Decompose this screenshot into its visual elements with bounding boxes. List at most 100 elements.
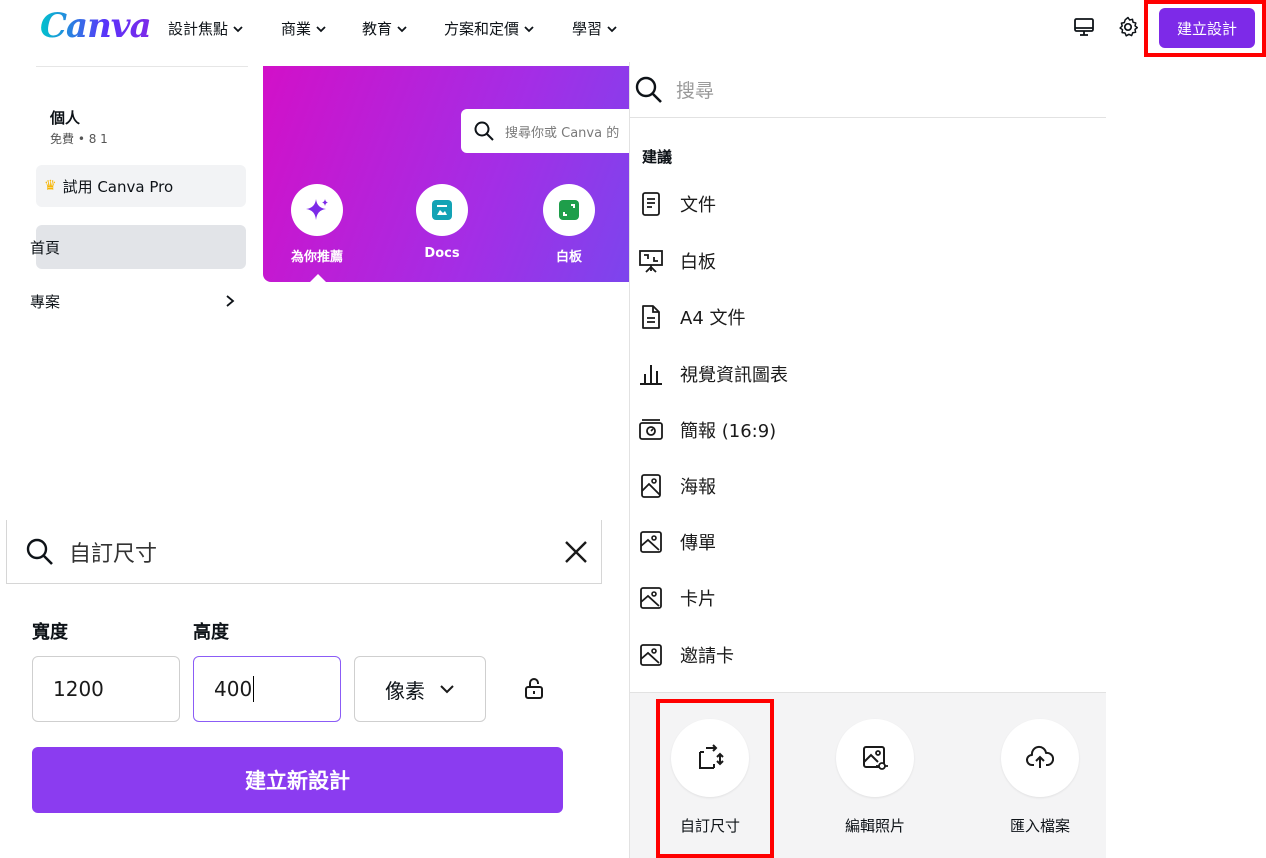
hero-item-label: 白板 xyxy=(555,250,582,265)
unit-select[interactable]: 像素 xyxy=(354,656,486,722)
canva-logo[interactable]: Canva xyxy=(40,6,152,46)
image-icon xyxy=(640,644,662,666)
menu-item-label: A4 文件 xyxy=(680,308,746,329)
gear-icon[interactable] xyxy=(1116,15,1140,39)
nav-label: 方案和定價 xyxy=(444,20,520,38)
nav-pricing[interactable]: 方案和定價 xyxy=(444,18,535,39)
image-icon xyxy=(641,474,661,498)
menu-search-input[interactable]: 搜尋 xyxy=(630,62,1106,118)
text-caret xyxy=(253,676,255,702)
try-pro-button[interactable]: ♛ 試用 Canva Pro xyxy=(36,165,246,207)
hero-item-whiteboard[interactable]: 白板 xyxy=(529,184,609,265)
nav-label: 教育 xyxy=(362,20,393,38)
nav-education[interactable]: 教育 xyxy=(362,18,408,39)
lock-icon[interactable] xyxy=(522,676,546,700)
custom-size-search-input[interactable]: 自訂尺寸 xyxy=(6,520,602,584)
custom-size-search-value: 自訂尺寸 xyxy=(69,541,158,567)
whiteboard-icon xyxy=(543,184,595,236)
footer-item-label: 匯入檔案 xyxy=(1009,817,1070,835)
footer-item-label: 編輯照片 xyxy=(844,817,905,835)
a4-document-icon xyxy=(642,305,660,329)
chevron-right-icon xyxy=(226,295,235,307)
search-icon xyxy=(635,76,662,103)
document-icon xyxy=(642,192,660,216)
selected-indicator xyxy=(309,274,327,282)
sidebar-item-label: 首頁 xyxy=(30,238,61,257)
menu-item-invitation[interactable]: 邀請卡 xyxy=(638,639,734,671)
menu-search-placeholder: 搜尋 xyxy=(676,80,715,102)
menu-item-label: 文件 xyxy=(680,195,716,216)
search-icon xyxy=(474,121,494,141)
top-nav: Canva 設計焦點 商業 教育 方案和定價 學習 建立設計 xyxy=(0,0,1266,62)
image-icon xyxy=(640,531,662,553)
nav-label: 商業 xyxy=(281,20,312,38)
menu-footer: 自訂尺寸 編輯照片 匯入檔案 xyxy=(630,692,1106,858)
hero-search-placeholder: 搜尋你或 Canva 的 xyxy=(505,125,620,141)
menu-item-card[interactable]: 卡片 xyxy=(638,582,716,614)
create-design-button[interactable]: 建立設計 xyxy=(1159,8,1255,48)
nav-learn[interactable]: 學習 xyxy=(572,18,618,39)
menu-item-label: 視覺資訊圖表 xyxy=(680,365,788,386)
crown-icon: ♛ xyxy=(44,178,57,194)
nav-business[interactable]: 商業 xyxy=(281,18,327,39)
chevron-down-icon xyxy=(397,25,407,32)
sidebar: 個人 免費 • 8 1 ♛ 試用 Canva Pro 首頁 專案 xyxy=(30,66,248,316)
try-pro-label: 試用 Canva Pro xyxy=(62,177,174,196)
chevron-down-icon xyxy=(440,685,454,694)
sidebar-item-projects[interactable]: 專案 xyxy=(30,287,236,315)
chevron-down-icon xyxy=(233,25,243,32)
menu-item-presentation[interactable]: 簡報 (16:9) xyxy=(638,414,776,446)
width-field[interactable]: 1200 xyxy=(32,656,180,722)
account-name: 個人 xyxy=(50,109,81,127)
chevron-down-icon xyxy=(524,25,534,32)
nav-design-spotlight[interactable]: 設計焦點 xyxy=(168,18,244,39)
search-icon xyxy=(26,538,53,565)
menu-item-label: 海報 xyxy=(680,477,716,498)
presentation-icon xyxy=(639,419,663,440)
upload-cloud-icon xyxy=(1001,719,1079,797)
height-label: 高度 xyxy=(193,622,229,643)
chart-icon xyxy=(640,365,662,385)
menu-item-poster[interactable]: 海報 xyxy=(638,470,716,502)
nav-label: 學習 xyxy=(572,20,603,38)
chevron-down-icon xyxy=(607,25,617,32)
menu-section-heading: 建議 xyxy=(642,148,673,166)
create-new-design-button[interactable]: 建立新設計 xyxy=(32,747,563,813)
menu-item-whiteboard[interactable]: 白板 xyxy=(638,245,716,277)
unit-value: 像素 xyxy=(385,678,425,703)
sidebar-item-label: 專案 xyxy=(30,292,61,311)
hero-item-label: Docs xyxy=(424,246,460,261)
footer-item-label: 自訂尺寸 xyxy=(679,817,740,835)
hero-item-docs[interactable]: Docs xyxy=(402,184,482,261)
create-design-menu: 搜尋 建議 文件 白板 A4 文件 視覺資訊圖表 簡報 (16:9) 海報 傳單… xyxy=(629,62,1106,858)
menu-item-label: 卡片 xyxy=(680,589,716,610)
hero-item-label: 為你推薦 xyxy=(290,250,343,265)
image-icon xyxy=(640,587,662,609)
custom-size-button[interactable]: 自訂尺寸 xyxy=(655,719,765,836)
menu-item-label: 白板 xyxy=(680,252,716,273)
sidebar-item-home[interactable]: 首頁 xyxy=(30,225,246,269)
menu-item-a4-document[interactable]: A4 文件 xyxy=(638,301,746,333)
hero-item-for-you[interactable]: 為你推薦 xyxy=(277,184,357,265)
whiteboard-icon xyxy=(639,250,663,273)
menu-item-infographic[interactable]: 視覺資訊圖表 xyxy=(638,358,788,390)
docs-icon xyxy=(416,184,468,236)
height-field[interactable]: 400 xyxy=(193,656,341,722)
menu-item-label: 邀請卡 xyxy=(680,646,734,667)
edit-photo-button[interactable]: 編輯照片 xyxy=(820,719,930,836)
menu-item-label: 傳單 xyxy=(680,533,716,554)
edit-photo-icon xyxy=(836,719,914,797)
width-label: 寬度 xyxy=(32,622,68,643)
monitor-icon[interactable] xyxy=(1072,15,1096,39)
custom-size-panel: 自訂尺寸 寬度 高度 1200 400 像素 建立新設計 xyxy=(6,520,602,858)
menu-item-document[interactable]: 文件 xyxy=(638,188,716,220)
account-subtitle: 免費 • 8 1 xyxy=(50,132,108,146)
sparkle-icon xyxy=(291,184,343,236)
close-icon[interactable] xyxy=(562,538,590,566)
nav-label: 設計焦點 xyxy=(168,20,229,38)
width-value: 1200 xyxy=(53,677,104,701)
upload-file-button[interactable]: 匯入檔案 xyxy=(985,719,1095,836)
menu-item-flyer[interactable]: 傳單 xyxy=(638,526,716,558)
chevron-down-icon xyxy=(316,25,326,32)
menu-item-label: 簡報 (16:9) xyxy=(680,421,777,442)
